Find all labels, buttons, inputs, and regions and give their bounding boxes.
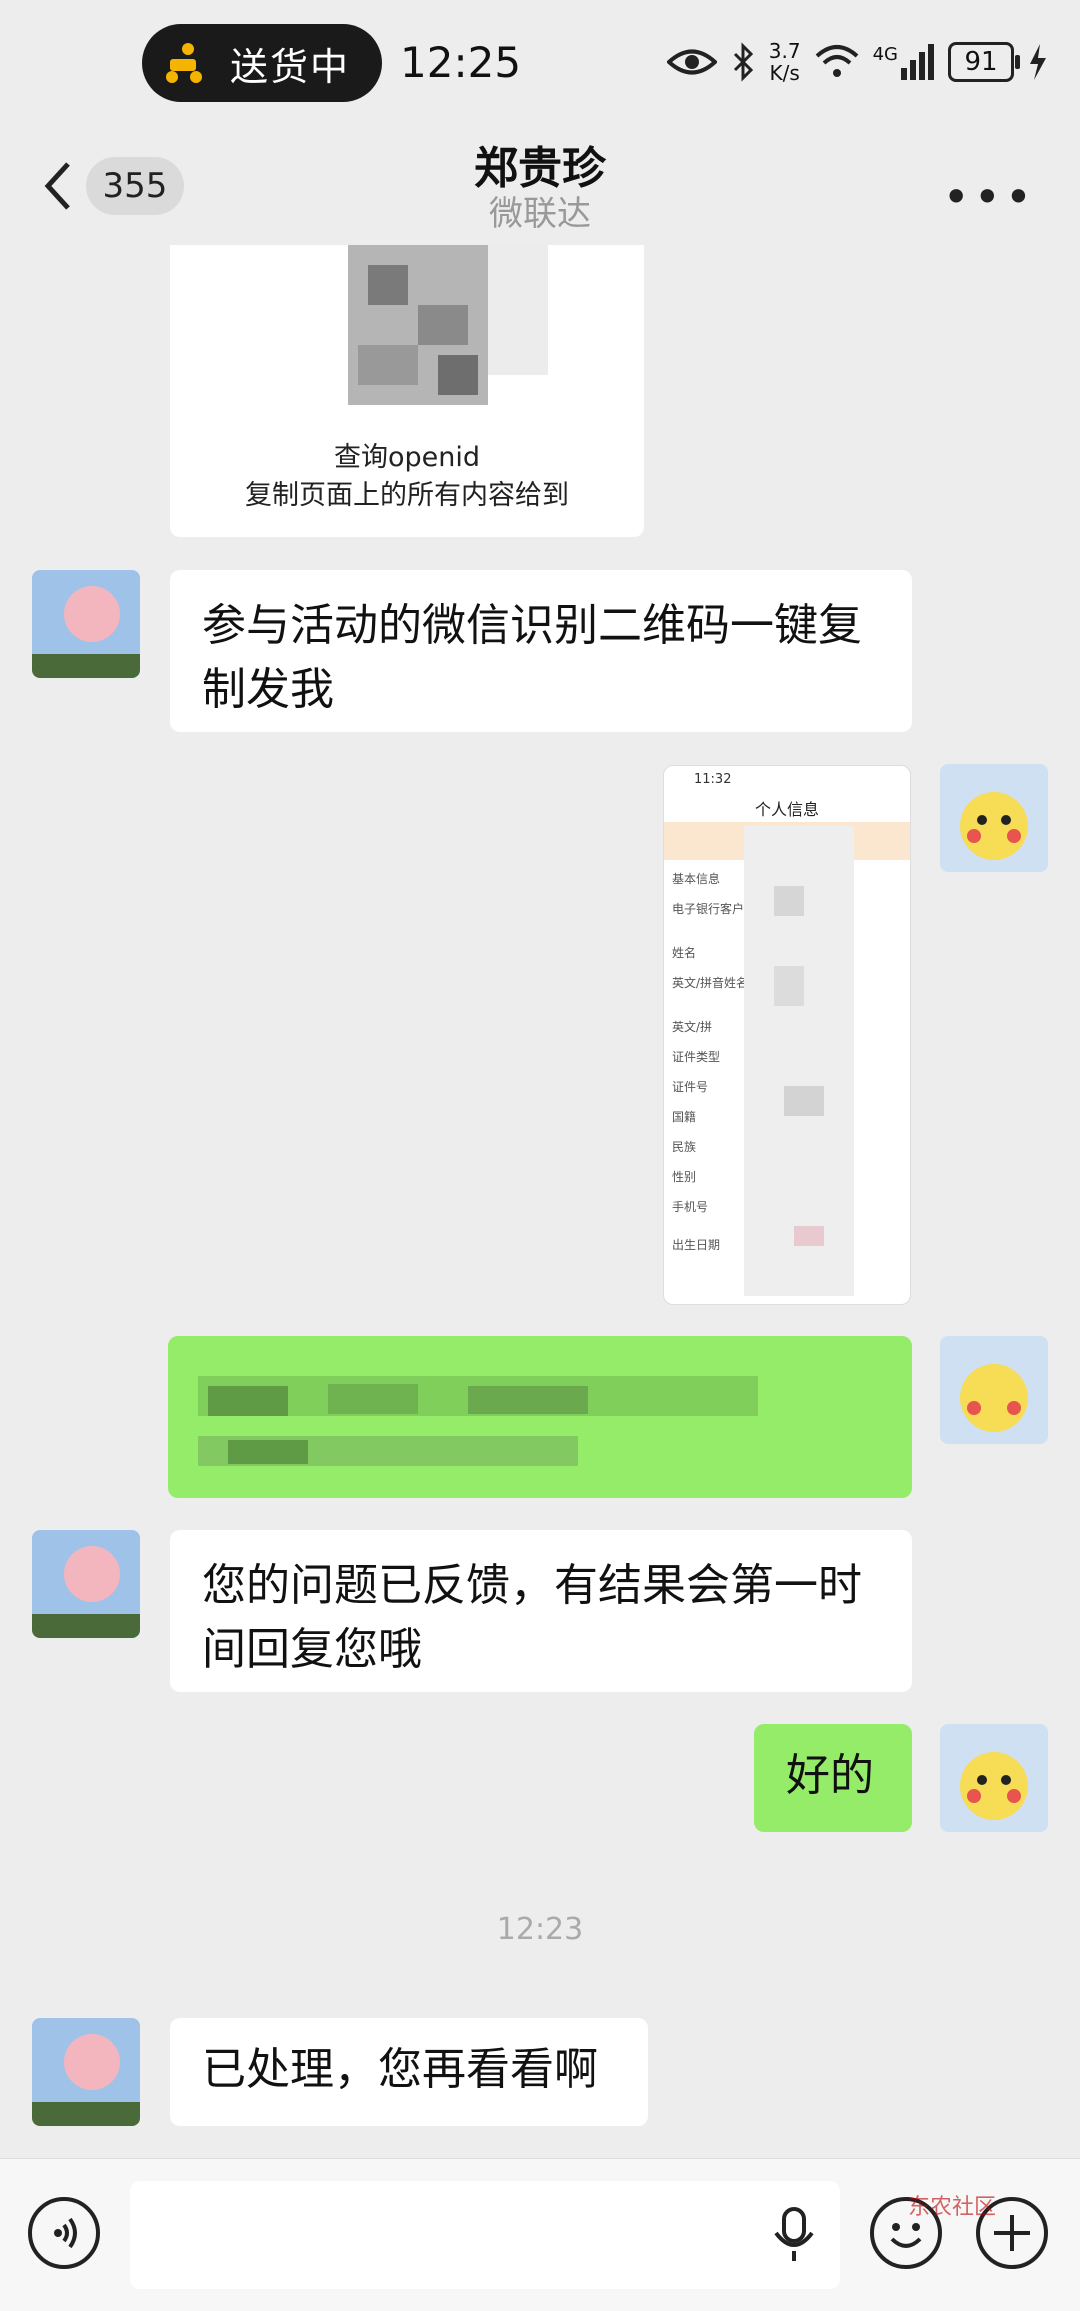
bluetooth-icon [733, 42, 753, 82]
microphone-icon[interactable] [770, 2207, 818, 2263]
thumb-row: 英文/拼 [672, 1020, 713, 1034]
contact-avatar[interactable] [32, 1530, 140, 1638]
eye-icon [666, 49, 717, 75]
thumb-row: 英文/拼音姓名 [672, 976, 749, 990]
screenshot-image[interactable]: 11:32 个人信息 基本信息 电子银行客户序号 姓名 英文/拼音姓名 英文/拼… [663, 765, 911, 1305]
message-bubble[interactable]: 好的 [754, 1724, 912, 1832]
more-options-icon[interactable]: ••• [943, 170, 1036, 224]
redacted-text [198, 1376, 758, 1466]
blurred-qr-code [288, 245, 608, 415]
thumb-row: 姓名 [672, 946, 697, 960]
status-bar: 送货中 12:25 3.7 K/s 4G 91 [0, 0, 1080, 130]
charging-icon [1030, 44, 1046, 80]
signal-icon: 4G [873, 44, 934, 80]
thumb-row: 性别 [672, 1170, 697, 1184]
scooter-icon [166, 43, 202, 83]
contact-avatar[interactable] [32, 570, 140, 678]
chat-header: 355 郑贵珍 微联达 ••• [0, 130, 1080, 245]
blurred-personal-info [744, 826, 854, 1296]
message-timestamp: 12:23 [496, 1912, 584, 1947]
shared-card[interactable]: 查询openid 复制页面上的所有内容给到 [170, 245, 644, 537]
thumb-page-title: 个人信息 [754, 800, 819, 819]
contact-avatar[interactable] [32, 2018, 140, 2126]
card-line-2: 复制页面上的所有内容给到 [245, 480, 569, 511]
thumb-row: 基本信息 [672, 872, 721, 886]
my-avatar[interactable] [940, 1724, 1048, 1832]
thumb-row: 民族 [672, 1140, 697, 1154]
clock: 12:25 [400, 38, 522, 87]
message-input[interactable] [130, 2181, 840, 2289]
thumb-status-time: 11:32 [694, 772, 732, 787]
card-line-1: 查询openid [333, 442, 481, 473]
message-bubble[interactable]: 您的问题已反馈，有结果会第一时间回复您哦 [170, 1530, 912, 1692]
chat-subtitle: 微联达 [489, 194, 591, 234]
battery-indicator: 91 [948, 42, 1020, 82]
my-avatar[interactable] [940, 764, 1048, 872]
voice-toggle-icon[interactable] [28, 2197, 100, 2269]
thumb-row: 国籍 [672, 1110, 697, 1124]
thumb-row: 手机号 [672, 1200, 709, 1214]
message-bubble[interactable]: 已处理，您再看看啊 [170, 2018, 648, 2126]
delivery-status-pill[interactable]: 送货中 [142, 24, 382, 102]
network-speed: 3.7 K/s [768, 39, 801, 85]
blurred-message-bubble[interactable] [168, 1336, 912, 1498]
thumb-row: 证件类型 [672, 1050, 721, 1064]
thumb-row: 证件号 [672, 1080, 709, 1094]
watermark: 东农社区 [908, 2195, 997, 2220]
message-bubble[interactable]: 参与活动的微信识别二维码一键复制发我 [170, 570, 912, 732]
thumb-row: 出生日期 [672, 1238, 721, 1252]
wifi-icon [815, 45, 858, 77]
delivery-label: 送货中 [230, 44, 351, 89]
my-avatar[interactable] [940, 1336, 1048, 1444]
input-bar: 东农社区 [0, 2158, 1080, 2311]
